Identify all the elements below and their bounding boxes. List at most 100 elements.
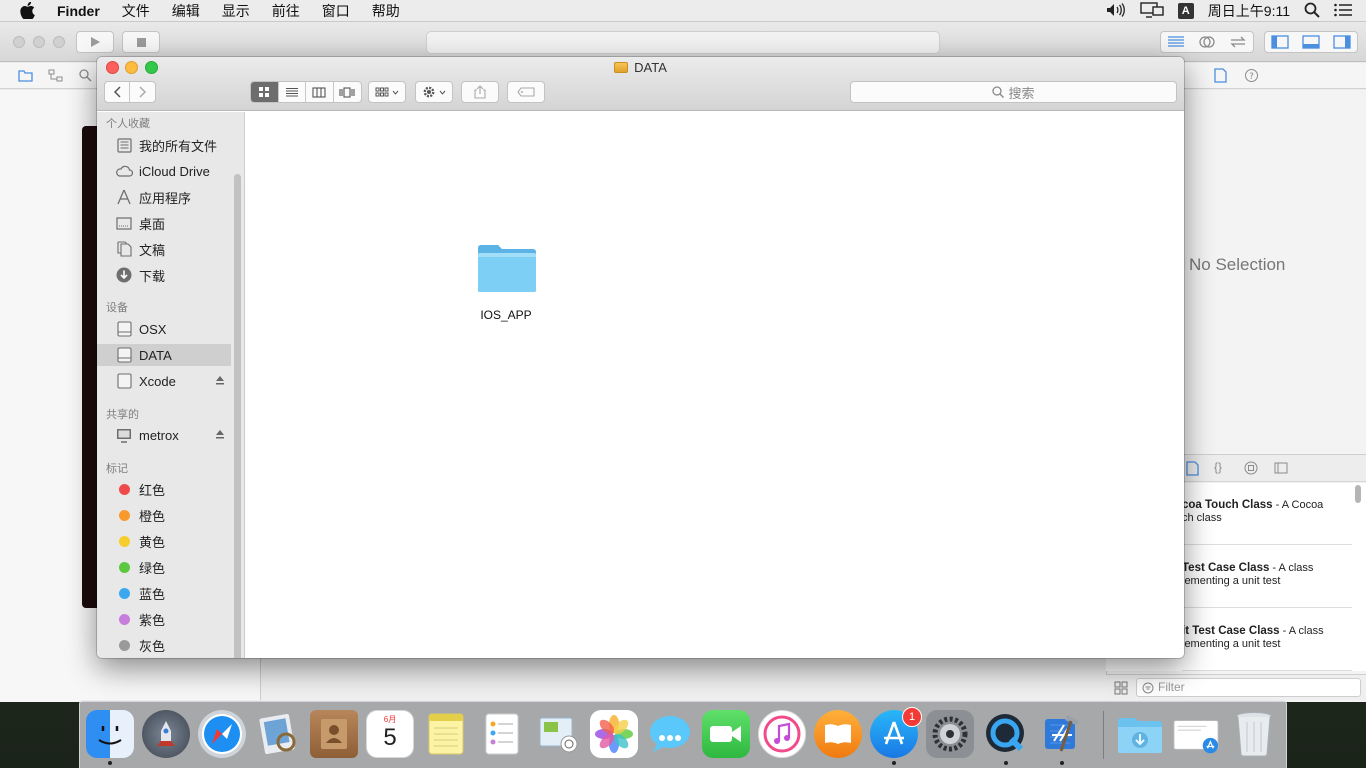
symbol-navigator-icon[interactable] bbox=[48, 69, 63, 82]
sidebar-item-all-my-files[interactable]: 我的所有文件 bbox=[97, 134, 231, 156]
forward-button[interactable] bbox=[130, 82, 155, 102]
notification-center-icon[interactable] bbox=[1334, 3, 1352, 20]
dock-launchpad-icon[interactable] bbox=[142, 710, 190, 758]
run-button[interactable] bbox=[76, 31, 114, 53]
object-library-icon[interactable] bbox=[1244, 461, 1258, 475]
dock-safari-icon[interactable] bbox=[198, 710, 246, 758]
sidebar-tag-gray[interactable]: 灰色 bbox=[97, 634, 231, 656]
sidebar-item-metrox[interactable]: metrox bbox=[97, 424, 231, 446]
dock-notes-icon[interactable] bbox=[422, 710, 470, 758]
debug-area-toggle-icon[interactable] bbox=[1302, 35, 1320, 49]
quick-help-icon[interactable]: ? bbox=[1244, 68, 1259, 83]
action-button[interactable] bbox=[415, 81, 453, 103]
sidebar-item-icloud-drive[interactable]: iCloud Drive bbox=[97, 160, 231, 182]
file-inspector-icon[interactable] bbox=[1214, 68, 1227, 83]
sidebar-item-data[interactable]: DATA bbox=[97, 344, 231, 366]
eject-icon[interactable] bbox=[215, 429, 225, 439]
sidebar-item-applications[interactable]: 应用程序 bbox=[97, 186, 231, 208]
library-item[interactable]: coa Touch Class - A Cocoa ch class bbox=[1182, 499, 1352, 525]
folder-icon[interactable] bbox=[476, 242, 538, 294]
apple-menu-icon[interactable] bbox=[16, 0, 38, 22]
dock-messages-icon[interactable] bbox=[646, 710, 694, 758]
library-filter-input[interactable]: Filter bbox=[1136, 678, 1361, 697]
standard-editor-icon[interactable] bbox=[1167, 36, 1185, 48]
airplay-display-icon[interactable] bbox=[1140, 1, 1164, 21]
back-button[interactable] bbox=[105, 82, 131, 102]
folder-name[interactable]: IOS_APP bbox=[456, 308, 556, 322]
dock-preview-icon[interactable] bbox=[254, 710, 302, 758]
library-item[interactable]: it Test Case Class - A class lementing a… bbox=[1182, 625, 1352, 651]
version-editor-icon[interactable] bbox=[1229, 36, 1247, 48]
dock-photos-icon[interactable] bbox=[590, 710, 638, 758]
sidebar-tag-purple[interactable]: 紫色 bbox=[97, 608, 231, 630]
cover-flow-button[interactable] bbox=[334, 82, 361, 102]
dock-documents-stack-icon[interactable] bbox=[1172, 710, 1220, 758]
spotlight-search-icon[interactable] bbox=[1304, 2, 1320, 21]
sidebar-tag-green[interactable]: 绿色 bbox=[97, 556, 231, 578]
applications-icon bbox=[115, 188, 133, 206]
editor-mode-control[interactable] bbox=[1160, 31, 1254, 53]
dock-ibooks-icon[interactable] bbox=[814, 710, 862, 758]
menu-window[interactable]: 窗口 bbox=[311, 1, 361, 21]
sidebar-item-xcode[interactable]: Xcode bbox=[97, 370, 231, 392]
dock-image-capture-icon[interactable] bbox=[534, 710, 582, 758]
sidebar-item-label: 应用程序 bbox=[139, 190, 192, 206]
calendar-day: 5 bbox=[383, 723, 397, 751]
menu-help[interactable]: 帮助 bbox=[361, 1, 411, 21]
finder-search-field[interactable]: 搜索 bbox=[850, 81, 1177, 103]
dock-contacts-icon[interactable] bbox=[310, 710, 358, 758]
stop-button[interactable] bbox=[122, 31, 160, 53]
column-view-button[interactable] bbox=[306, 82, 334, 102]
sidebar-tag-orange[interactable]: 橙色 bbox=[97, 504, 231, 526]
sidebar-item-label: 蓝色 bbox=[139, 586, 166, 602]
xcode-minimize-button[interactable] bbox=[33, 36, 45, 48]
dock-facetime-icon[interactable] bbox=[702, 710, 750, 758]
sidebar-tag-yellow[interactable]: 黄色 bbox=[97, 530, 231, 552]
list-view-button[interactable] bbox=[279, 82, 306, 102]
dock-quicktime-icon[interactable] bbox=[982, 710, 1030, 758]
code-snippet-library-icon[interactable]: {} bbox=[1214, 460, 1222, 474]
find-navigator-icon[interactable] bbox=[79, 69, 92, 82]
arrange-button[interactable] bbox=[368, 81, 406, 103]
menu-view[interactable]: 显示 bbox=[211, 1, 261, 21]
menu-edit[interactable]: 编辑 bbox=[161, 1, 211, 21]
navigator-toggle-icon[interactable] bbox=[1271, 35, 1289, 49]
assistant-editor-icon[interactable] bbox=[1198, 35, 1216, 49]
xcode-zoom-button[interactable] bbox=[53, 36, 65, 48]
sidebar-tag-red[interactable]: 红色 bbox=[97, 478, 231, 500]
volume-icon[interactable] bbox=[1106, 2, 1126, 20]
eject-icon[interactable] bbox=[215, 375, 225, 385]
dock-trash-icon[interactable] bbox=[1230, 710, 1278, 758]
project-navigator-icon[interactable] bbox=[18, 69, 33, 82]
dock-downloads-stack-icon[interactable] bbox=[1116, 710, 1164, 758]
utilities-toggle-icon[interactable] bbox=[1332, 35, 1351, 49]
sidebar-item-downloads[interactable]: 下载 bbox=[97, 264, 231, 286]
file-template-library-icon[interactable] bbox=[1186, 461, 1199, 476]
menu-go[interactable]: 前往 bbox=[261, 1, 311, 21]
icon-view-button[interactable] bbox=[251, 82, 279, 102]
dock-calendar-icon[interactable]: 6月 5 bbox=[366, 710, 414, 758]
xcode-close-button[interactable] bbox=[13, 36, 25, 48]
dock-xcode-icon[interactable] bbox=[1038, 710, 1086, 758]
library-item[interactable]: Test Case Class - A class lementing a un… bbox=[1182, 562, 1352, 588]
menu-app-name[interactable]: Finder bbox=[46, 3, 111, 19]
input-method-badge[interactable]: A bbox=[1177, 3, 1194, 19]
sidebar-item-osx[interactable]: OSX bbox=[97, 318, 231, 340]
folder-item[interactable] bbox=[474, 242, 540, 297]
menu-clock[interactable]: 周日上午9:11 bbox=[1208, 1, 1290, 21]
sidebar-tag-blue[interactable]: 蓝色 bbox=[97, 582, 231, 604]
share-button[interactable] bbox=[461, 81, 499, 103]
media-library-icon[interactable] bbox=[1274, 462, 1288, 474]
view-toggle-control[interactable] bbox=[1264, 31, 1358, 53]
dock-itunes-icon[interactable] bbox=[758, 710, 806, 758]
sidebar-item-desktop[interactable]: 桌面 bbox=[97, 212, 231, 234]
sidebar-item-documents[interactable]: 文稿 bbox=[97, 238, 231, 260]
grid-view-icon[interactable] bbox=[1114, 681, 1128, 695]
dock-finder-icon[interactable] bbox=[86, 710, 134, 758]
tags-button[interactable] bbox=[507, 81, 545, 103]
sidebar-scrollbar[interactable] bbox=[234, 174, 241, 658]
dock-reminders-icon[interactable] bbox=[478, 710, 526, 758]
menu-file[interactable]: 文件 bbox=[111, 1, 161, 21]
library-scrollbar[interactable] bbox=[1355, 485, 1361, 503]
dock-system-preferences-icon[interactable] bbox=[926, 710, 974, 758]
